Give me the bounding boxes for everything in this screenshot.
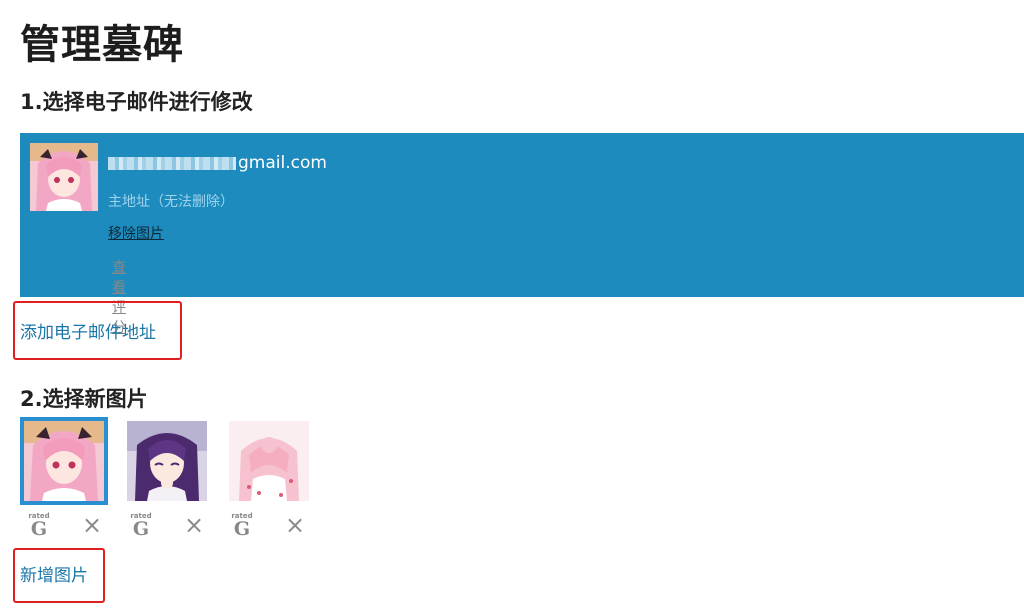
primary-address-note: 主地址（无法删除） (108, 194, 234, 210)
add-email-link[interactable]: 添加电子邮件地址 (20, 318, 156, 343)
section-heading-select-image: 2.选择新图片 (20, 387, 148, 411)
rating-g-icon-2[interactable]: rated G (130, 512, 152, 539)
email-card[interactable]: gmail.com 主地址（无法删除） 移除图片 查看评分 (20, 133, 1024, 336)
email-domain: gmail.com (238, 153, 327, 173)
delete-image-icon-3[interactable]: × (285, 513, 305, 537)
page-title: 管理墓碑 (20, 22, 184, 68)
rating-g-icon-1[interactable]: rated G (28, 512, 50, 539)
image-thumbnail-3[interactable] (229, 421, 309, 501)
add-image-link[interactable]: 新增图片 (20, 561, 88, 586)
redacted-username (108, 156, 236, 170)
image-thumbnail-1[interactable] (20, 417, 108, 505)
remove-image-link[interactable]: 移除图片 (108, 223, 164, 243)
view-rating-link[interactable]: 查看评分 (108, 257, 130, 336)
image-thumbnail-2[interactable] (127, 421, 207, 501)
email-avatar (30, 143, 98, 211)
email-address: gmail.com (108, 153, 327, 173)
rating-g-icon-3[interactable]: rated G (231, 512, 253, 539)
delete-image-icon-2[interactable]: × (184, 513, 204, 537)
section-heading-select-email: 1.选择电子邮件进行修改 (20, 90, 253, 114)
delete-image-icon-1[interactable]: × (82, 513, 102, 537)
